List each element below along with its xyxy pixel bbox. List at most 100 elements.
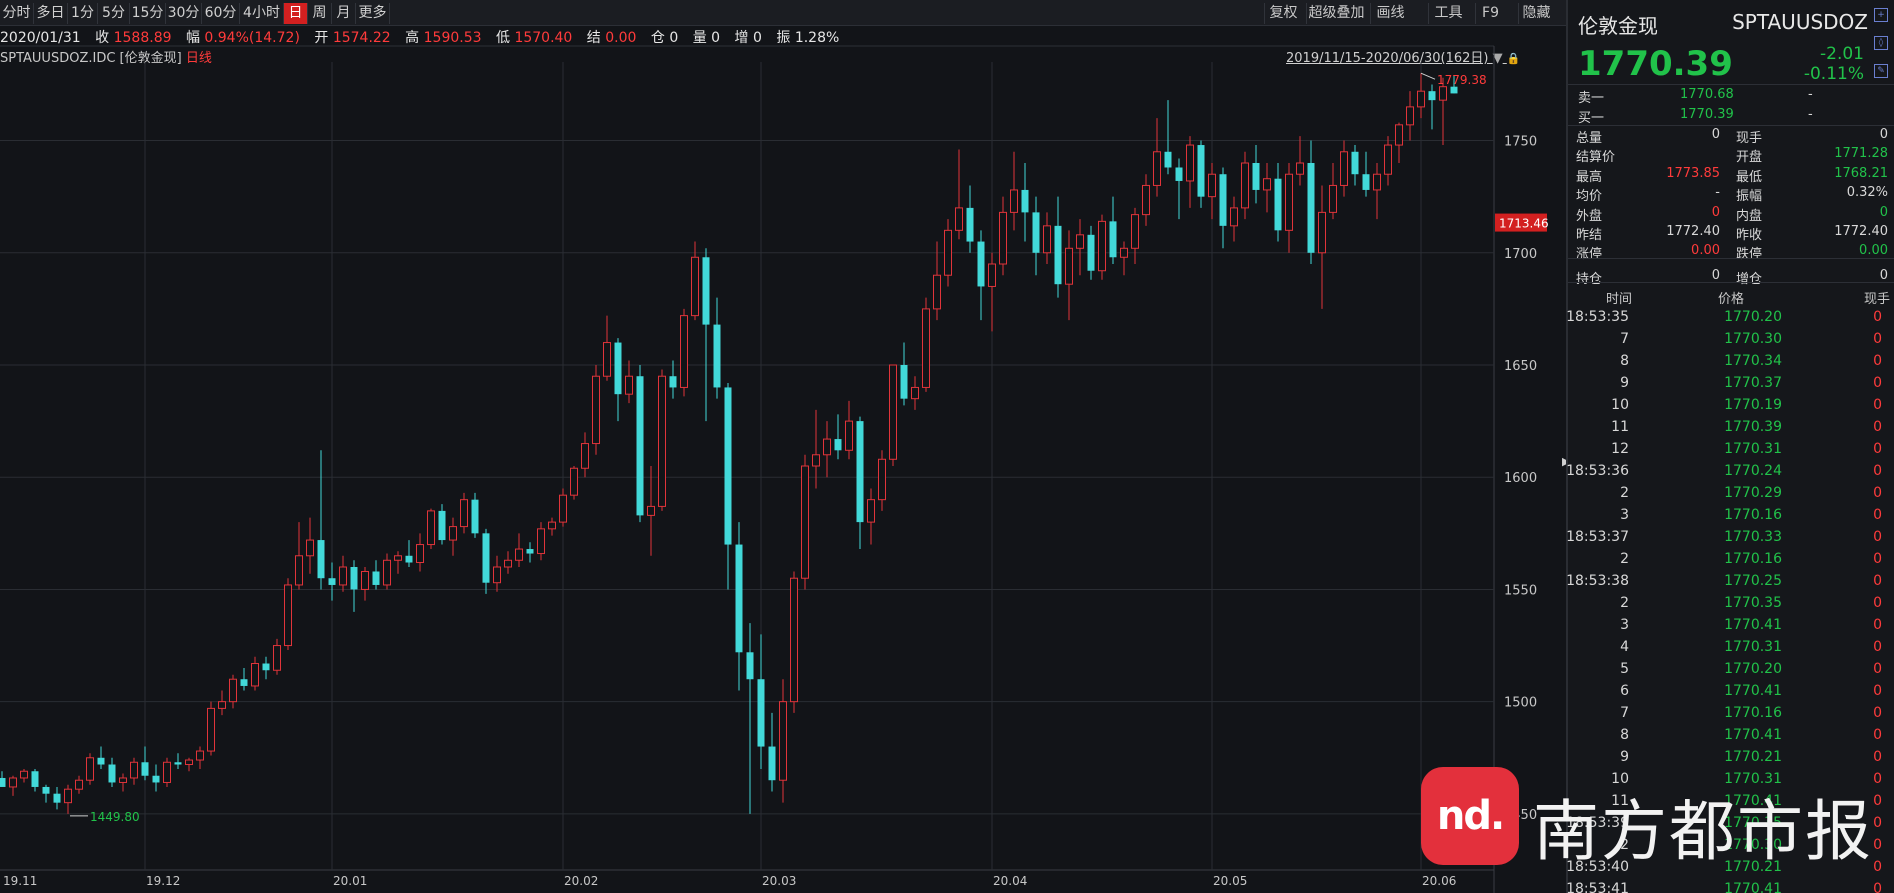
candle-body-down (1428, 91, 1436, 101)
tick-price: 1770.31 (1724, 639, 1782, 655)
candle-body-up (988, 263, 996, 287)
tick-time: 8 (1620, 727, 1629, 743)
candle-body-up (790, 577, 798, 703)
candle-body-up (1439, 86, 1447, 101)
candle-body-up (1142, 184, 1150, 216)
tick-row: 18:53:37 1770.33 0 (1566, 529, 1894, 551)
candle-body-down (42, 786, 50, 794)
x-tick-label: 20.06 (1422, 874, 1456, 888)
candle-body-down (141, 762, 149, 776)
candle-body-up (295, 555, 303, 586)
candle-body-up (1131, 214, 1139, 249)
stat-right-label: 振幅 (1736, 189, 1763, 205)
candle-body-up (658, 375, 666, 507)
panel-code: SPTAUUSDOZ (1732, 10, 1868, 34)
candle-body-down (1175, 167, 1183, 181)
candle-body-up (504, 559, 512, 568)
candle-body-down (1054, 225, 1062, 285)
tick-row: 18:53:41 1770.41 0 (1566, 881, 1894, 893)
candle-body-down (669, 376, 677, 388)
candle-body-up (9, 777, 17, 788)
tick-time: 18:53:38 (1566, 573, 1629, 589)
candle-body-up (515, 548, 523, 561)
stat-right-value: 0 (1879, 204, 1888, 220)
y-tick-label: 1750 (1504, 135, 1537, 150)
candle-body-up (1417, 90, 1425, 108)
stat-left-value: 0 (1711, 204, 1720, 220)
tick-volume: 0 (1873, 837, 1882, 853)
candle-body-up (823, 438, 831, 456)
candle-body-down (1197, 145, 1205, 197)
tick-volume: 0 (1873, 617, 1882, 633)
x-tick-label: 20.02 (564, 874, 598, 888)
tick-row: 2 1770.35 0 (1568, 595, 1894, 617)
stat-left-value: 1772.40 (1666, 224, 1720, 239)
tick-row: 7 1770.30 0 (1568, 331, 1894, 353)
candle-body-up (273, 645, 281, 671)
tick-volume: 0 (1873, 595, 1882, 611)
tick-volume: 0 (1873, 749, 1882, 765)
candle-body-down (174, 762, 182, 765)
tick-price: 1770.31 (1724, 441, 1782, 457)
candle-body-up (64, 788, 72, 804)
plus-icon[interactable]: + (1874, 8, 1888, 22)
candle-body-down (1087, 234, 1095, 271)
candle-body-up (1296, 162, 1304, 175)
candle-body-up (911, 386, 919, 400)
tick-price: 1770.35 (1724, 595, 1782, 611)
candle-body-down (1032, 212, 1040, 253)
candle-body-down (614, 342, 622, 395)
x-tick-label: 20.01 (333, 874, 367, 888)
tick-price: 1770.39 (1724, 419, 1782, 435)
bid-label: 买一 (1578, 111, 1605, 126)
price-change-pct: -0.11% (1803, 64, 1864, 84)
candle-body-down (1450, 86, 1458, 94)
tick-price: 1770.20 (1724, 309, 1782, 325)
tick-price: 1770.20 (1724, 661, 1782, 677)
candle-body-up (207, 707, 215, 752)
stat-left-label: 均价 (1576, 189, 1603, 205)
price-change: -2.01 (1820, 44, 1864, 64)
candle-body-down (1274, 178, 1282, 231)
stat-left-value: - (1715, 185, 1720, 201)
candlestick-chart[interactable]: 145015001550160016501700175019.11 19.12 20… (0, 0, 1566, 893)
candle-body-up (1230, 207, 1238, 227)
quote-panel: 伦敦金现 SPTAUUSDOZ + ◊ ✎ 1770.39 -2.01 -0.1… (1566, 0, 1894, 893)
candle-body-up (493, 566, 501, 584)
ask-volume: - (1808, 87, 1813, 102)
tick-row: 8 1770.34 0 (1568, 353, 1894, 375)
tick-row: 12 1770.31 0 (1568, 441, 1894, 463)
tick-row: 6 1770.41 0 (1568, 683, 1894, 705)
candle-body-up (1384, 144, 1392, 175)
edit-icon[interactable]: ✎ (1874, 64, 1888, 78)
x-tick-label: 19.11 (3, 874, 37, 888)
divider (1568, 282, 1894, 283)
candle-body-up (603, 342, 611, 377)
candle-body-up (1263, 178, 1271, 191)
stat-left-label: 外盘 (1576, 208, 1603, 224)
last-price: 1770.39 (1578, 44, 1733, 84)
candle-body-up (361, 570, 369, 590)
candle-body-up (284, 584, 292, 647)
stat-right-label: 开盘 (1736, 150, 1763, 166)
candle-body-up (680, 315, 688, 388)
tick-price: 1770.41 (1724, 617, 1782, 633)
candle-body-up (75, 779, 83, 790)
stat-right-label: 跌停 (1736, 247, 1763, 263)
candle-body-up (1329, 184, 1337, 213)
candle-body-down (372, 571, 380, 585)
stat-left-value: 0.00 (1691, 243, 1720, 259)
candle-body-up (548, 521, 556, 530)
watermark-text: 南方都市报 (1533, 793, 1873, 870)
candle-body-up (691, 256, 699, 317)
candle-body-down (152, 775, 160, 783)
tick-price: 1770.37 (1724, 375, 1782, 391)
candle-body-up (1340, 151, 1348, 186)
candle-body-down (328, 578, 336, 585)
candle-body-up (163, 761, 171, 783)
bell-icon[interactable]: ◊ (1874, 36, 1888, 50)
ask-label: 卖一 (1578, 91, 1605, 106)
candle-body-up (394, 555, 402, 561)
candle-body-up (647, 505, 655, 516)
max-annotation-pointer (1420, 72, 1436, 80)
